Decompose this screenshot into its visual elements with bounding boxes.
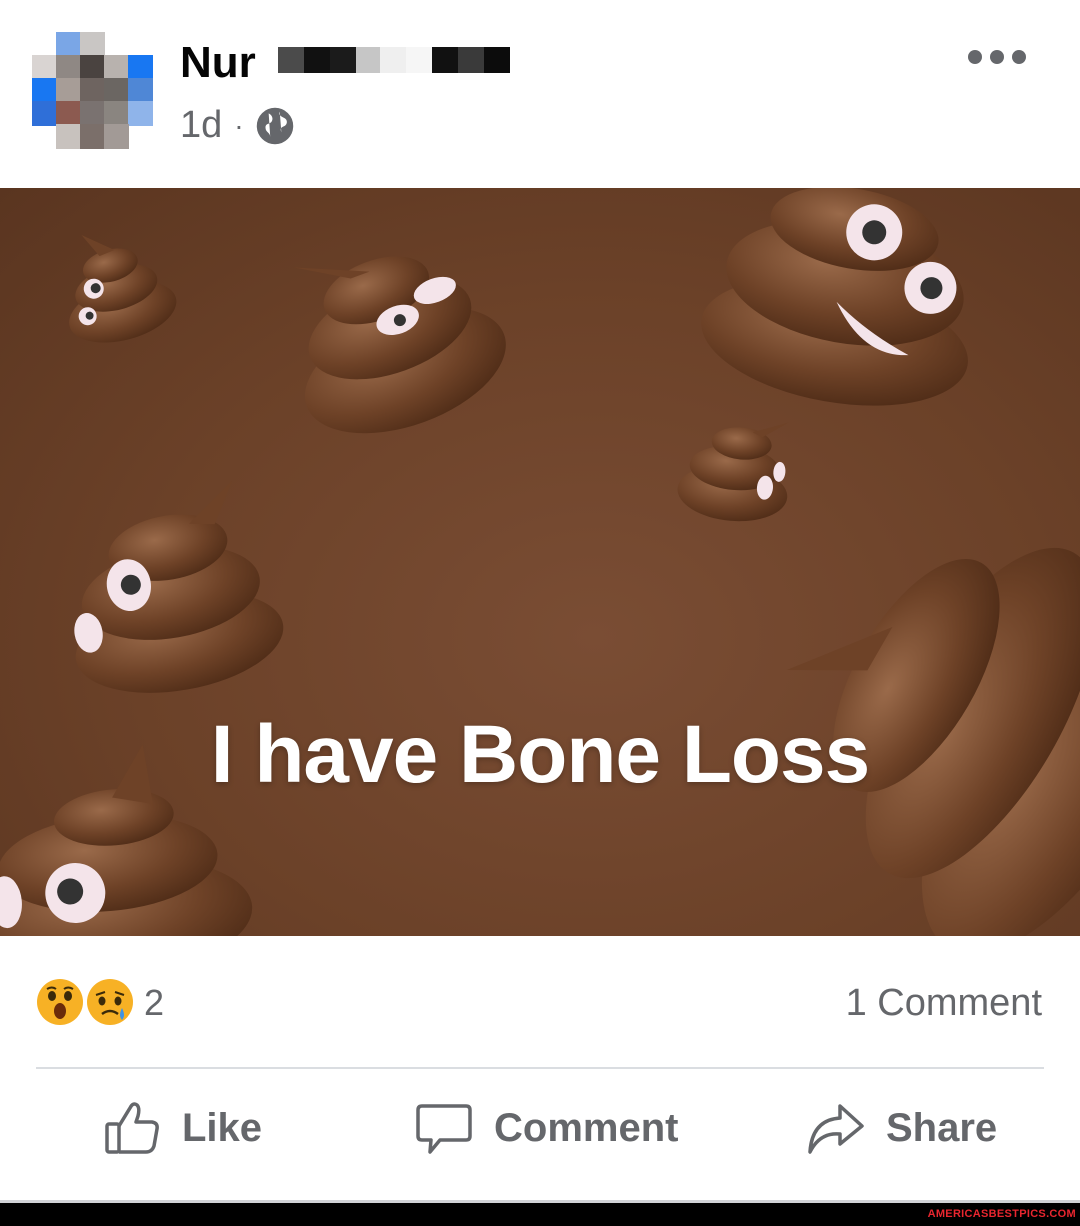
avatar-pixel bbox=[56, 101, 81, 126]
avatar-pixel bbox=[104, 124, 129, 149]
comment-icon bbox=[416, 1104, 472, 1154]
meta-separator: · bbox=[234, 109, 244, 141]
avatar-pixel bbox=[56, 55, 81, 80]
comment-button[interactable]: Comment bbox=[414, 1098, 678, 1158]
comment-count[interactable]: 1 Comment bbox=[846, 982, 1042, 1025]
avatar-pixel bbox=[32, 78, 57, 103]
author-name[interactable]: Nur bbox=[180, 38, 256, 88]
image-caption: I have Bone Loss bbox=[210, 709, 870, 800]
avatar-pixel bbox=[80, 101, 105, 126]
avatar-pixel bbox=[32, 101, 57, 126]
post-stats: 2 1 Comment bbox=[0, 960, 1080, 1050]
avatar-pixel bbox=[80, 32, 105, 57]
reaction-count[interactable]: 2 bbox=[144, 982, 164, 1024]
poop-emoji bbox=[293, 256, 506, 434]
avatar-pixel bbox=[56, 32, 81, 57]
poop-emoji bbox=[701, 188, 968, 406]
poop-emoji bbox=[677, 422, 789, 522]
share-icon bbox=[808, 1104, 864, 1154]
share-button[interactable]: Share bbox=[806, 1098, 997, 1158]
avatar-pixel bbox=[56, 124, 81, 149]
more-options-icon[interactable] bbox=[968, 50, 1026, 64]
divider bbox=[36, 1067, 1044, 1069]
avatar-pixel bbox=[104, 55, 129, 80]
avatar-pixel bbox=[80, 55, 105, 80]
watermark: AMERICASBESTPICS.COM bbox=[927, 1208, 1076, 1220]
avatar-pixel bbox=[56, 78, 81, 103]
avatar-pixel bbox=[128, 55, 153, 80]
avatar-pixel bbox=[128, 101, 153, 126]
globe-icon bbox=[256, 107, 293, 144]
avatar[interactable] bbox=[32, 32, 154, 149]
action-bar: Like Comment Share bbox=[0, 1090, 1080, 1180]
post-image[interactable]: I have Bone Loss bbox=[0, 188, 1080, 936]
post-header: Nur 1d · bbox=[0, 0, 1080, 188]
avatar-pixel bbox=[104, 78, 129, 103]
avatar-pixel bbox=[32, 55, 57, 80]
like-button[interactable]: Like bbox=[102, 1098, 262, 1158]
poop-emoji bbox=[74, 480, 284, 693]
avatar-pixel bbox=[80, 124, 105, 149]
sad-reaction-icon[interactable] bbox=[86, 978, 134, 1026]
post-meta: 1d · bbox=[180, 104, 294, 147]
avatar-pixel bbox=[104, 101, 129, 126]
like-label: Like bbox=[182, 1105, 263, 1150]
comment-label: Comment bbox=[494, 1105, 679, 1150]
avatar-pixel bbox=[80, 78, 105, 103]
footer-bar bbox=[0, 1203, 1080, 1226]
poop-emoji-illustration bbox=[0, 188, 1080, 936]
share-label: Share bbox=[886, 1105, 998, 1150]
avatar-pixel bbox=[128, 78, 153, 103]
poop-emoji bbox=[69, 235, 177, 343]
like-icon bbox=[105, 1102, 159, 1154]
wow-reaction-icon[interactable] bbox=[36, 978, 84, 1026]
post-time[interactable]: 1d bbox=[180, 104, 222, 147]
